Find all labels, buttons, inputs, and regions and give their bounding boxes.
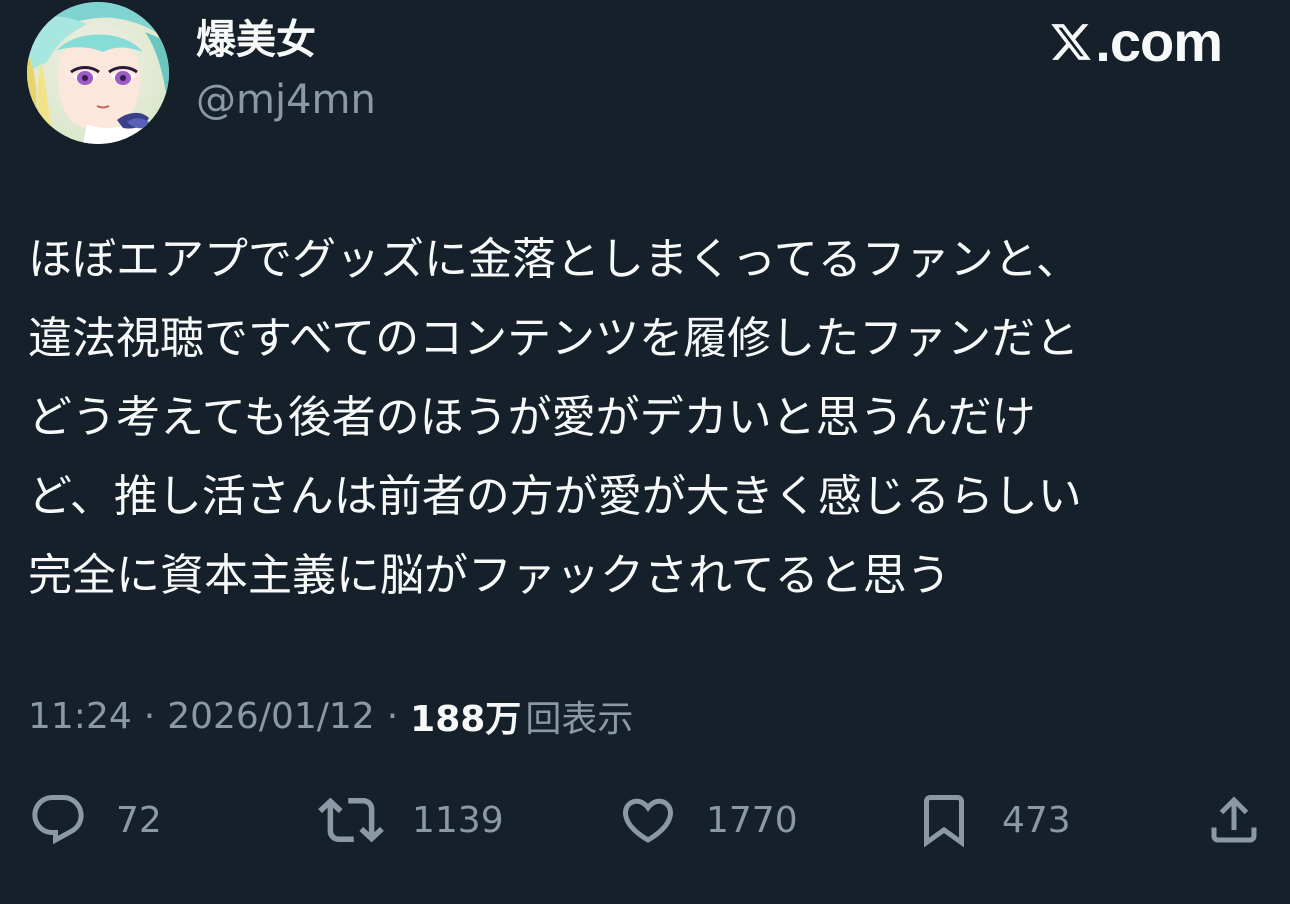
bookmark-icon	[924, 795, 964, 848]
meta-separator: ·	[386, 695, 399, 737]
tweet-text-line: 違法視聴ですべてのコンテンツを履修したファンだと	[28, 313, 1080, 364]
tweet-date[interactable]: 2026/01/12	[167, 696, 375, 737]
tweet-header: 爆美女 @mj4mn .com	[0, 0, 1290, 160]
tweet-text: ほぼエアプでグッズに金落としまくってるファンと、 違法視聴ですべてのコンテンツを…	[28, 220, 1268, 615]
views-count: 188万	[410, 699, 522, 740]
tweet-time[interactable]: 11:24	[28, 696, 132, 737]
tweet-text-line: ど、推し活さんは前者の方が愛が大きく感じるらしい	[28, 471, 1082, 522]
tweet-actions: 72 1139 1770 473	[0, 780, 1290, 860]
tweet-text-line: どう考えても後者のほうが愛がデカいと思うんだけ	[28, 392, 1036, 443]
reply-button[interactable]: 72	[28, 780, 162, 860]
tweet-meta: 11:24 · 2026/01/12 · 188万 回表示	[28, 688, 633, 744]
meta-separator: ·	[143, 695, 156, 737]
reply-icon	[32, 795, 84, 845]
retweet-button[interactable]: 1139	[318, 780, 504, 860]
retweet-count: 1139	[412, 799, 504, 841]
author-avatar[interactable]	[27, 2, 169, 144]
bookmark-button[interactable]: 473	[914, 780, 1071, 860]
like-count: 1770	[706, 799, 798, 841]
views-label: 回表示	[525, 699, 634, 740]
bookmark-count: 473	[1002, 799, 1071, 841]
x-logo-icon	[1051, 24, 1092, 60]
x-com-watermark: .com	[1049, 10, 1223, 74]
anime-avatar-icon	[27, 2, 169, 144]
tweet-text-line: 完全に資本主義に脳がファックされてると思う	[28, 550, 951, 601]
share-icon	[1211, 796, 1257, 843]
author-handle[interactable]: @mj4mn	[196, 74, 376, 126]
like-button[interactable]: 1770	[618, 780, 798, 860]
share-button[interactable]	[1204, 780, 1264, 860]
reply-count: 72	[116, 799, 162, 841]
retweet-icon	[318, 797, 384, 843]
brand-text: .com	[1095, 10, 1223, 73]
tweet-text-line: ほぼエアプでグッズに金落としまくってるファンと、	[28, 234, 1081, 285]
author-display-name[interactable]: 爆美女	[196, 14, 316, 66]
heart-icon	[622, 798, 674, 843]
